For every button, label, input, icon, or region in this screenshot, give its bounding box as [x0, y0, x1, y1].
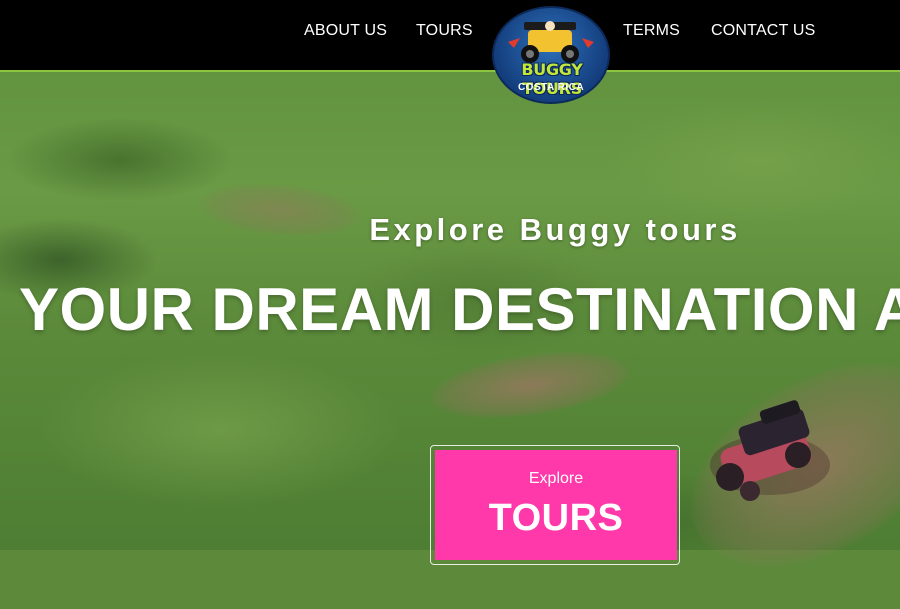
dirt-trail: [426, 341, 634, 429]
nav-contact-us[interactable]: CONTACT US: [711, 22, 816, 40]
cta-small-label: Explore: [528, 470, 584, 487]
buggy-image: [710, 400, 830, 501]
nav-about-us[interactable]: ABOUT US: [304, 22, 387, 40]
brand-logo[interactable]: BUGGY TOURS COSTA RICA: [492, 6, 610, 104]
logo-subtitle: COSTA RICA: [517, 82, 585, 93]
nav-terms[interactable]: TERMS: [623, 22, 680, 40]
hero-subtitle: Explore Buggy tours: [369, 212, 741, 247]
explore-tours-button[interactable]: Explore TOURS: [435, 450, 677, 560]
cta-big-label: TOURS: [488, 497, 624, 539]
nav-tours[interactable]: TOURS: [416, 22, 473, 40]
hero-headline: YOUR DREAM DESTINATION A: [19, 276, 900, 343]
top-navbar: ABOUT US TOURS TERMS CONTACT US: [0, 0, 900, 72]
